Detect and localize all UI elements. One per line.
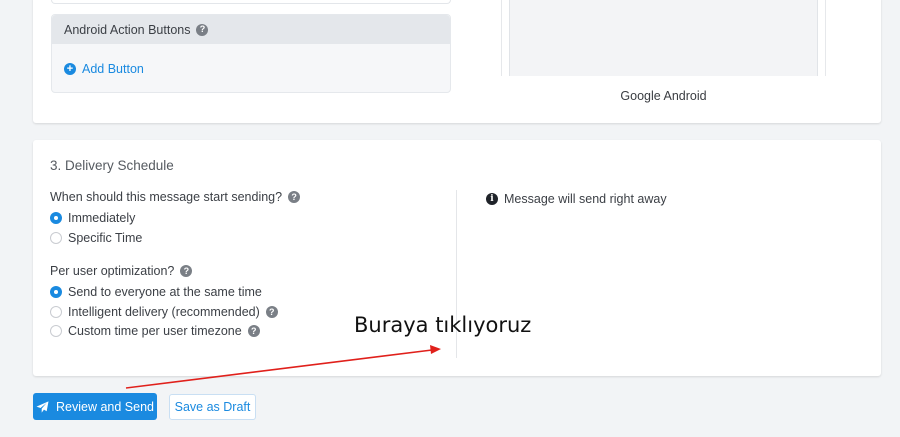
radio-custom-timezone[interactable]: Custom time per user timezone ? <box>50 324 260 338</box>
android-action-buttons-panel: Android Action Buttons ? + Add Button <box>51 14 451 93</box>
android-action-buttons-header: Android Action Buttons ? <box>52 15 450 44</box>
radio-specific-time[interactable]: Specific Time <box>50 231 142 245</box>
radio-label: Specific Time <box>68 231 143 245</box>
radio-checked-icon[interactable] <box>50 212 62 224</box>
info-message-text: Message will send right away <box>504 192 667 206</box>
android-device-preview <box>501 0 826 76</box>
radio-unchecked-icon[interactable] <box>50 306 62 318</box>
radio-label: Intelligent delivery (recommended) <box>68 305 260 319</box>
save-as-draft-label: Save as Draft <box>174 400 251 414</box>
radio-send-same-time[interactable]: Send to everyone at the same time <box>50 285 262 299</box>
radio-immediately[interactable]: Immediately <box>50 211 135 225</box>
platform-settings-card: Android Action Buttons ? + Add Button Go… <box>33 0 881 123</box>
help-icon[interactable]: ? <box>180 265 193 277</box>
radio-label: Immediately <box>68 211 136 225</box>
delivery-schedule-card: 3. Delivery Schedule When should this me… <box>33 140 881 376</box>
add-button-link[interactable]: + Add Button <box>64 62 144 76</box>
help-icon[interactable]: ? <box>247 325 260 337</box>
radio-unchecked-icon[interactable] <box>50 325 62 337</box>
info-icon: i <box>486 193 498 205</box>
device-preview-label: Google Android <box>620 89 707 103</box>
radio-label: Send to everyone at the same time <box>68 285 262 299</box>
start-sending-label: When should this message start sending? <box>50 190 283 204</box>
start-sending-question: When should this message start sending? … <box>50 190 301 204</box>
review-and-send-label: Review and Send <box>56 399 154 414</box>
paper-plane-icon <box>36 400 49 413</box>
help-icon[interactable]: ? <box>288 191 301 203</box>
radio-unchecked-icon[interactable] <box>50 232 62 244</box>
radio-intelligent-delivery[interactable]: Intelligent delivery (recommended) ? <box>50 305 278 319</box>
radio-label: Custom time per user timezone <box>68 324 242 338</box>
add-button-label: Add Button <box>82 62 144 76</box>
android-action-buttons-title: Android Action Buttons <box>64 22 191 37</box>
section-title: 3. Delivery Schedule <box>50 158 174 173</box>
save-as-draft-button[interactable]: Save as Draft <box>169 394 256 420</box>
help-icon[interactable]: ? <box>196 23 209 36</box>
delivery-info-message: i Message will send right away <box>486 192 667 206</box>
review-and-send-button[interactable]: Review and Send <box>33 393 157 420</box>
annotation-text: Buraya tıklıyoruz <box>354 313 532 337</box>
device-screen <box>509 0 818 76</box>
help-icon[interactable]: ? <box>265 306 278 318</box>
radio-checked-icon[interactable] <box>50 286 62 298</box>
per-user-optimization-label: Per user optimization? <box>50 264 175 278</box>
per-user-optimization-question: Per user optimization? ? <box>50 264 193 278</box>
previous-panel-edge <box>51 0 451 4</box>
plus-circle-icon: + <box>64 63 76 75</box>
